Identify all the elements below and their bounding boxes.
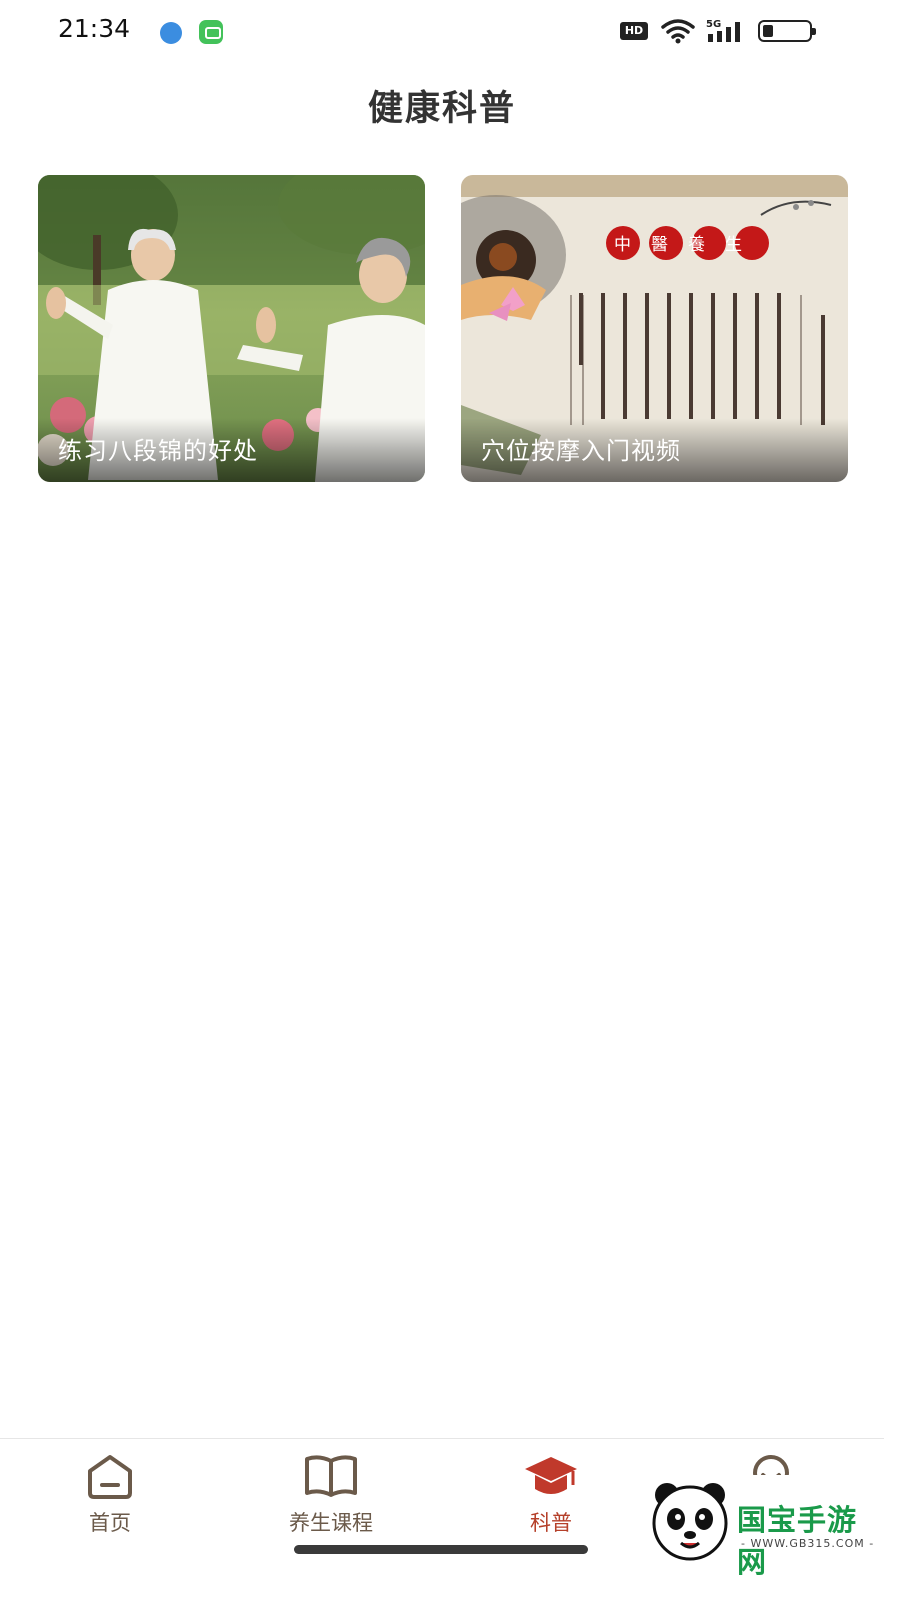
home-indicator[interactable] (294, 1545, 588, 1554)
home-icon (88, 1455, 132, 1499)
wifi-icon (661, 19, 695, 44)
card-caption: 穴位按摩入门视频 (461, 418, 848, 482)
status-bar: 21:34 HD 5G (0, 0, 900, 64)
card-caption: 练习八段锦的好处 (38, 418, 425, 482)
watermark: 国宝手游网 - WWW.GB315.COM - (635, 1475, 883, 1579)
book-icon (305, 1455, 357, 1497)
signal-icon: 5G (706, 19, 740, 42)
battery-icon (758, 20, 816, 42)
panda-logo-icon (652, 1483, 728, 1561)
page-title: 健康科普 (367, 89, 516, 129)
scroll-title-text: 中醫養生 (614, 235, 762, 255)
nav-label: 养生课程 (289, 1511, 373, 1535)
hd-icon: HD (620, 22, 648, 40)
network-type-label: 5G (706, 19, 721, 30)
article-title: 练习八段锦的好处 (58, 437, 258, 465)
watermark-url: - WWW.GB315.COM - (741, 1537, 875, 1550)
nav-label: 科普 (530, 1511, 572, 1535)
article-card-baduanjin[interactable]: 练习八段锦的好处 (38, 175, 425, 482)
graduation-cap-icon (525, 1457, 577, 1494)
article-title: 穴位按摩入门视频 (481, 437, 681, 465)
app-notification-icon (160, 22, 182, 44)
nav-item-home[interactable]: 首页 (30, 1451, 190, 1571)
status-time: 21:34 (58, 14, 131, 43)
article-card-acupressure[interactable]: 中醫養生 穴位按摩入门视频 (461, 175, 848, 482)
nav-label: 首页 (89, 1511, 131, 1535)
message-notification-icon (199, 20, 223, 44)
